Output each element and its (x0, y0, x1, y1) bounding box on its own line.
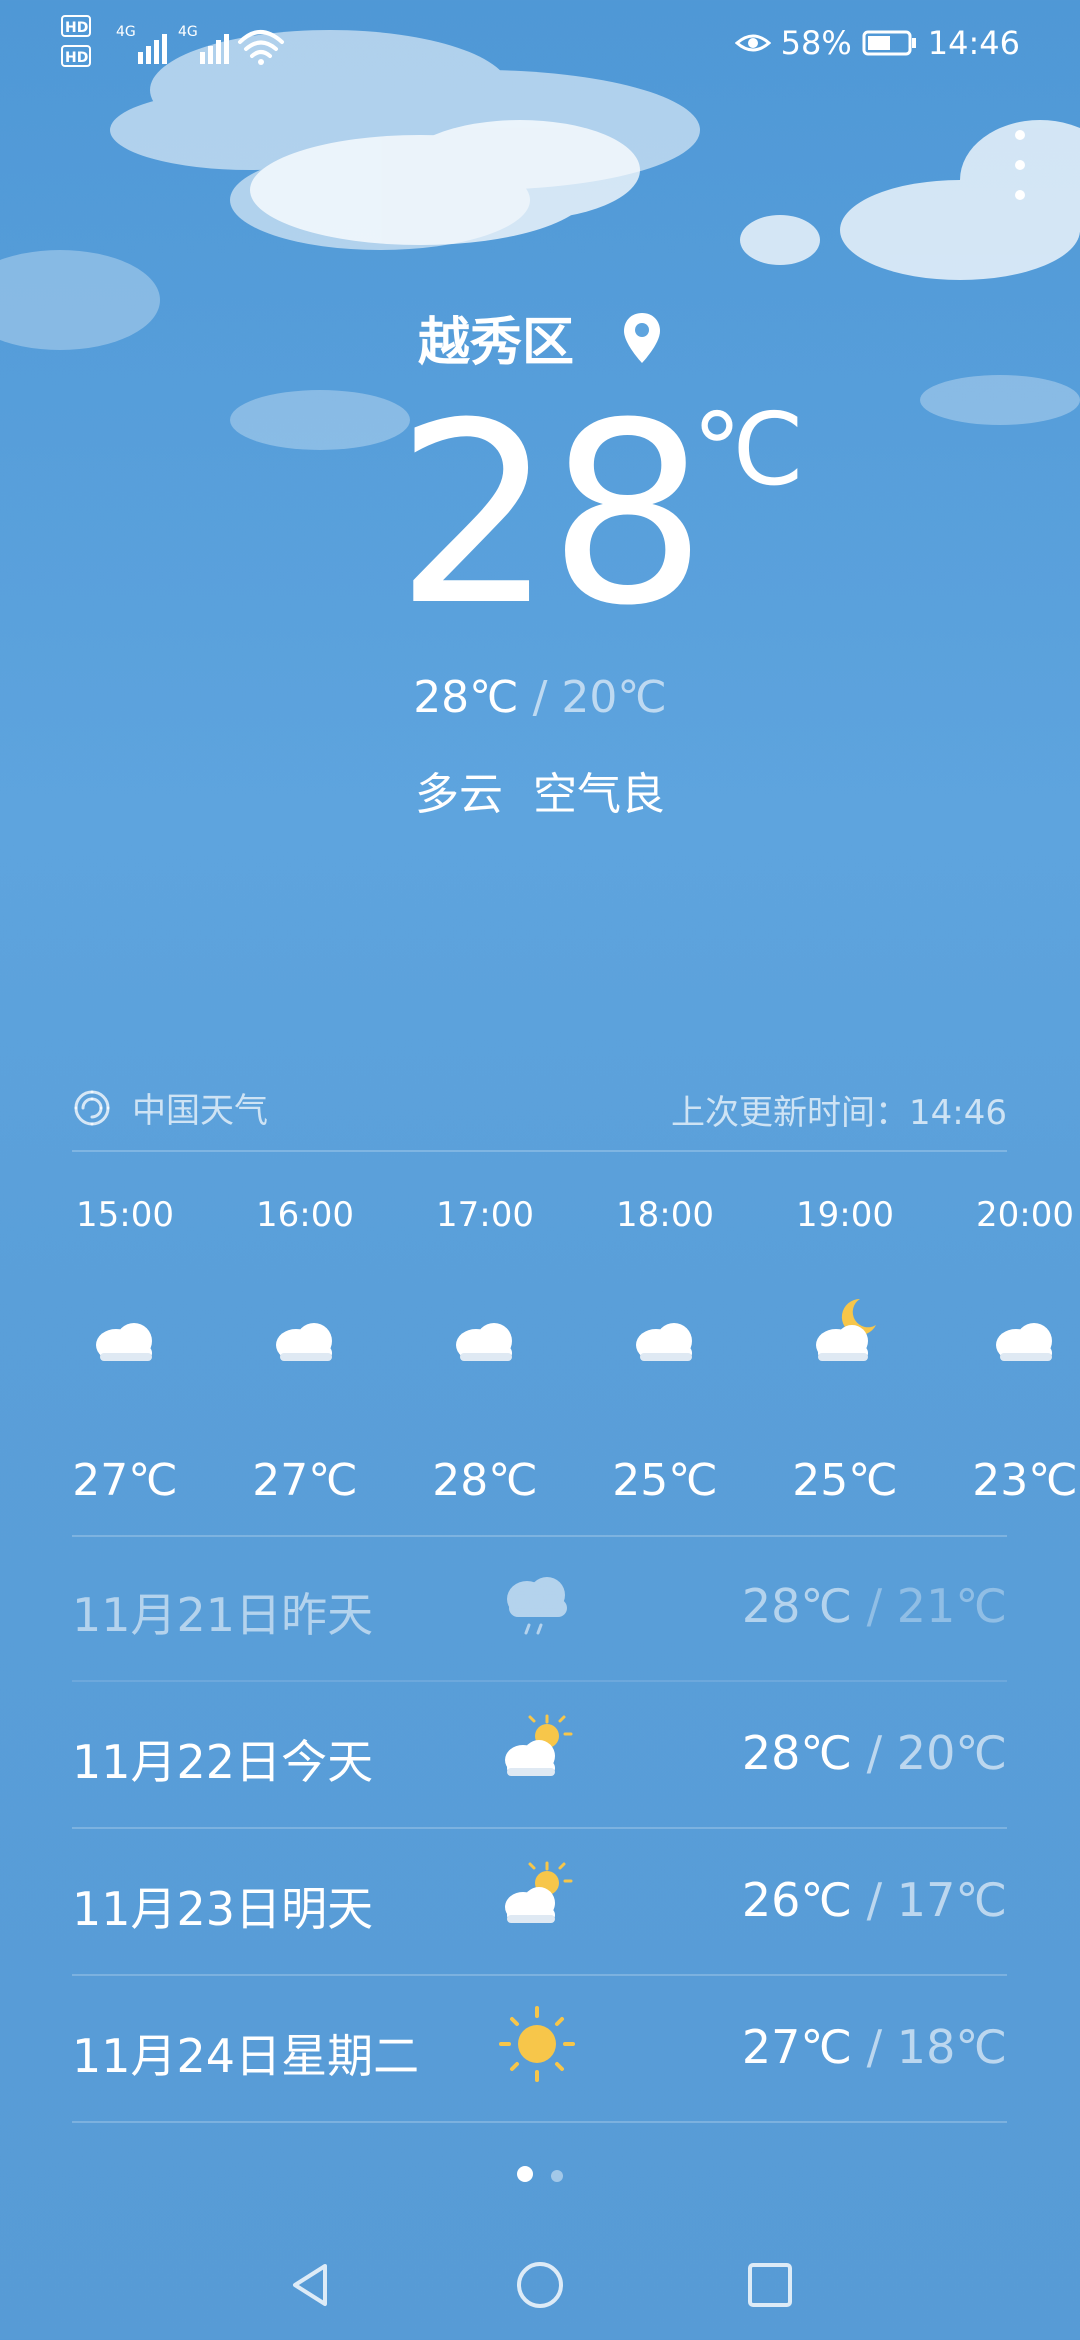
current-temperature: 28 (395, 369, 707, 660)
hour-time: 15:00 (76, 1195, 174, 1235)
page-indicator (0, 2166, 1080, 2186)
daily-row[interactable]: 11月22日今天 28℃ / 20℃ (72, 1682, 1007, 1829)
page-dot-active[interactable] (517, 2166, 534, 2182)
status-bar: HD HD 4G 4G 58% 14:46 (0, 0, 1080, 80)
clock: 14:46 (927, 24, 1020, 62)
svg-text:4G: 4G (116, 24, 136, 40)
svg-text:HD: HD (65, 50, 88, 66)
day-high: 28℃ (741, 1726, 853, 1780)
day-temp-range: 27℃ / 18℃ (742, 2020, 1007, 2074)
high-low-separator: / (518, 672, 562, 723)
temp-separator: / (852, 1726, 897, 1780)
moon-cloud-icon (755, 1298, 935, 1415)
cloud-icon (575, 1315, 755, 1415)
daily-forecast: 11月21日昨天 28℃ / 21℃ 11月22日今天 28℃ / 20℃ 11… (72, 1535, 1007, 2123)
system-nav-bar (0, 2230, 1080, 2340)
daily-row[interactable]: 11月23日明天 26℃ / 17℃ (72, 1829, 1007, 1976)
hour-time: 17:00 (436, 1195, 534, 1235)
weather-condition: 多云 (415, 769, 503, 820)
today-high-low: 28℃ / 20℃ (0, 672, 1080, 723)
day-high: 26℃ (741, 1873, 853, 1927)
hour-temp: 25℃ (792, 1455, 898, 1506)
temp-separator: / (852, 2020, 897, 2074)
rain-cloud-icon (497, 1563, 577, 1647)
more-dot-icon (1015, 130, 1025, 140)
air-quality: 空气良 (533, 769, 665, 820)
more-dot-icon (1015, 190, 1025, 200)
hourly-item: 15:00 27℃ (35, 1195, 215, 1506)
more-dot-icon (1015, 160, 1025, 170)
cloud-icon (395, 1315, 575, 1415)
day-low: 20℃ (896, 1726, 1007, 1780)
day-date: 11月21日昨天 (72, 1588, 374, 1642)
day-date: 11月22日今天 (72, 1735, 374, 1789)
day-temp-range: 28℃ / 21℃ (742, 1579, 1007, 1633)
hourly-item: 16:00 27℃ (215, 1195, 395, 1506)
hour-time: 20:00 (976, 1195, 1074, 1235)
sun-icon (497, 2004, 577, 2088)
hourly-item: 20:00 23℃ (935, 1195, 1080, 1506)
location-header[interactable]: 越秀区 (0, 300, 1080, 375)
hour-temp: 27℃ (252, 1455, 358, 1506)
day-high: 27℃ (741, 2020, 853, 2074)
day-date: 11月24日星期二 (72, 2029, 420, 2083)
back-icon[interactable] (285, 2260, 335, 2310)
today-high: 28℃ (413, 672, 519, 723)
signal-indicators: HD HD 4G 4G (60, 12, 290, 72)
day-date: 11月23日明天 (72, 1882, 374, 1936)
hourly-item: 19:00 25℃ (755, 1195, 935, 1506)
divider (72, 1150, 1007, 1152)
hour-temp: 28℃ (432, 1455, 538, 1506)
day-low: 21℃ (896, 1579, 1007, 1633)
day-temp-range: 28℃ / 20℃ (742, 1726, 1007, 1780)
last-updated: 上次更新时间：14:46 (671, 1093, 1007, 1133)
battery-icon (862, 30, 916, 56)
day-low: 17℃ (896, 1873, 1007, 1927)
day-high: 28℃ (741, 1579, 853, 1633)
cloud-icon (215, 1315, 395, 1415)
hourly-item: 17:00 28℃ (395, 1195, 575, 1506)
daily-row[interactable]: 11月24日星期二 27℃ / 18℃ (72, 1976, 1007, 2123)
hour-time: 19:00 (796, 1195, 894, 1235)
hour-time: 18:00 (616, 1195, 714, 1235)
source-link[interactable]: 中国天气 (72, 1083, 268, 1132)
more-options-button[interactable] (1000, 130, 1040, 200)
location-pin-icon (624, 312, 661, 363)
temp-separator: / (852, 1579, 897, 1633)
recents-icon[interactable] (745, 2260, 795, 2310)
status-right: 58% 14:46 (734, 18, 1020, 68)
day-low: 18℃ (896, 2020, 1007, 2074)
cloud-icon (35, 1315, 215, 1415)
source-name: 中国天气 (132, 1091, 268, 1131)
battery-percent: 58% (780, 24, 852, 62)
temperature-unit: ℃ (692, 391, 805, 508)
condition-row: 多云 空气良 (0, 758, 1080, 822)
hour-temp: 25℃ (612, 1455, 718, 1506)
partly-sunny-icon (497, 1857, 577, 1941)
page-dot[interactable] (550, 2170, 563, 2182)
home-icon[interactable] (515, 2260, 565, 2310)
hour-time: 16:00 (256, 1195, 354, 1235)
cloud-icon (935, 1315, 1080, 1415)
source-row: 中国天气 上次更新时间：14:46 (72, 1075, 1007, 1135)
today-low: 20℃ (561, 672, 667, 723)
hourly-forecast[interactable]: 15:00 27℃ 16:00 27℃ 17:00 28℃ 18:00 25℃ … (0, 1195, 1080, 1515)
hourly-item: 18:00 25℃ (575, 1195, 755, 1506)
eye-icon (734, 34, 771, 52)
hour-temp: 27℃ (72, 1455, 178, 1506)
svg-text:HD: HD (65, 20, 88, 36)
hour-temp: 23℃ (972, 1455, 1078, 1506)
location-name: 越秀区 (417, 313, 574, 373)
daily-row[interactable]: 11月21日昨天 28℃ / 21℃ (72, 1535, 1007, 1682)
cellular-signal-icon: HD HD 4G 4G (61, 15, 284, 67)
temp-separator: / (852, 1873, 897, 1927)
partly-sunny-icon (497, 1710, 577, 1794)
svg-text:4G: 4G (178, 24, 198, 40)
china-weather-logo-icon (74, 1090, 110, 1125)
day-temp-range: 26℃ / 17℃ (742, 1873, 1007, 1927)
